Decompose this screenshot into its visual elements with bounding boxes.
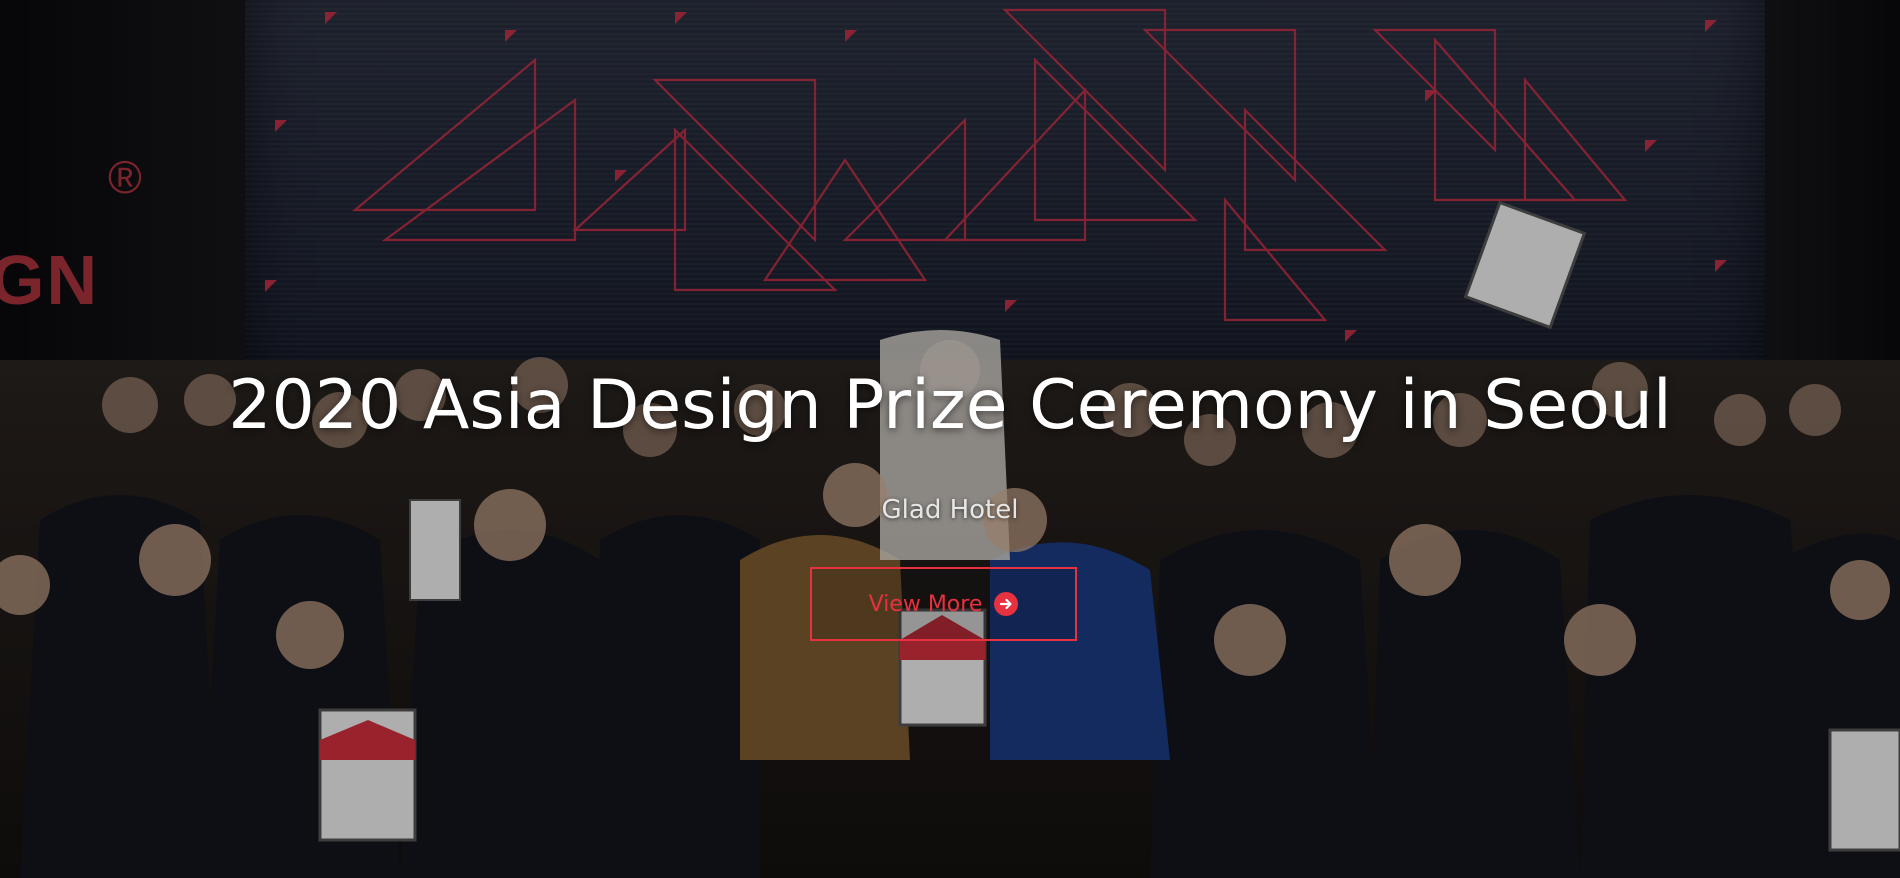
view-more-button[interactable]: View More [810,567,1077,641]
hero-banner: ® GN 2020 Asia Design Prize Ceremony in … [0,0,1900,878]
hero-content: 2020 Asia Design Prize Ceremony in Seoul… [0,0,1900,878]
hero-title: 2020 Asia Design Prize Ceremony in Seoul [228,366,1672,445]
view-more-label: View More [868,591,983,617]
hero-subtitle: Glad Hotel [881,495,1019,525]
arrow-right-circle-icon [994,592,1019,616]
